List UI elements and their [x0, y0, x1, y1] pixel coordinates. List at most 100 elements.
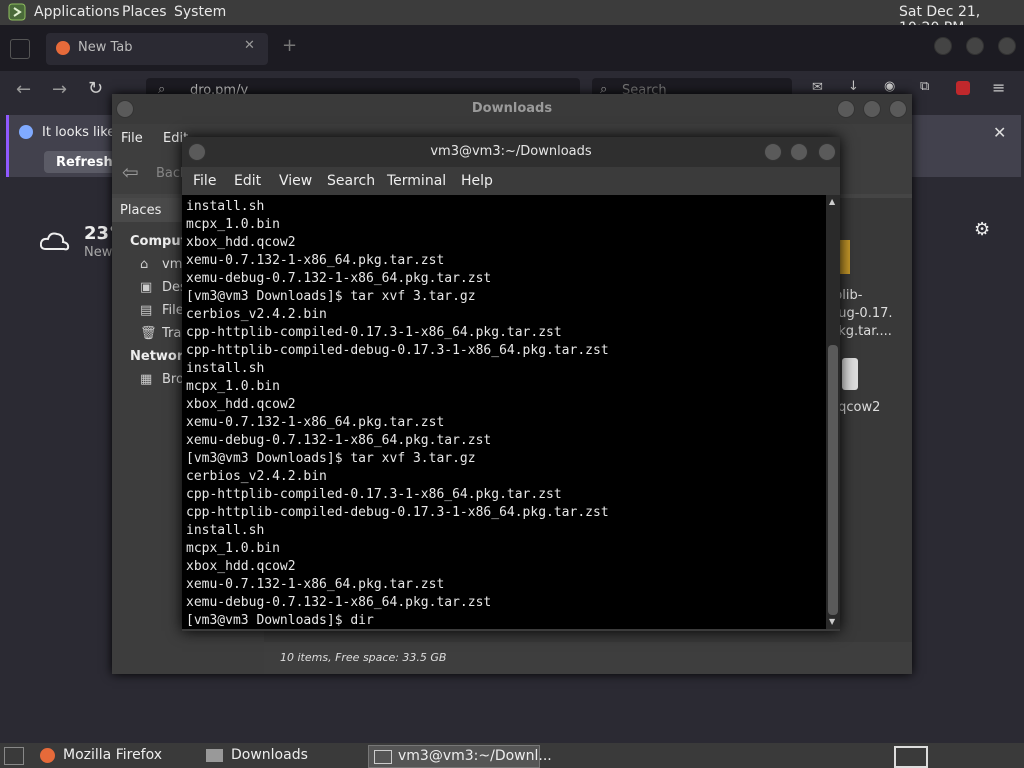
terminal-line: xemu-0.7.132-1-x86_64.pkg.tar.zst	[186, 415, 445, 430]
sidebar-item-home[interactable]: vm3	[162, 257, 182, 272]
terminal-close-button[interactable]	[818, 143, 836, 161]
workspace-switcher[interactable]	[894, 746, 928, 768]
firefox-favicon-icon	[56, 41, 70, 55]
terminal-line: cerbios_v2.4.2.bin	[186, 307, 327, 322]
notice-close-icon[interactable]: ✕	[993, 123, 1006, 142]
folder-icon	[206, 749, 223, 762]
terminal-line: cerbios_v2.4.2.bin	[186, 469, 327, 484]
notice-text: It looks like	[42, 125, 116, 140]
downloads-close-button[interactable]	[889, 100, 907, 118]
task-terminal-label: vm3@vm3:~/Downl...	[398, 748, 552, 764]
terminal-line: xemu-0.7.132-1-x86_64.pkg.tar.zst	[186, 253, 445, 268]
scrollbar-thumb[interactable]	[828, 345, 838, 615]
terminal-minimize-button[interactable]	[764, 143, 782, 161]
menu-system[interactable]: System	[174, 4, 226, 20]
downloads-titlebar[interactable]: Downloads	[112, 94, 912, 124]
sidebar-item-trash[interactable]: Trash	[162, 326, 182, 341]
taskbar: Mozilla Firefox Downloads vm3@vm3:~/Down…	[0, 743, 1024, 768]
terminal-titlebar[interactable]: vm3@vm3:~/Downloads	[182, 137, 840, 167]
downloads-icon[interactable]: ↓	[848, 79, 859, 94]
home-icon: ⌂	[140, 257, 149, 272]
terminal-menubar: File Edit View Search Terminal Help	[182, 167, 840, 195]
disk-image-file-icon[interactable]	[842, 358, 858, 390]
scroll-down-icon[interactable]: ▼	[829, 617, 835, 626]
term-menu-search[interactable]: Search	[327, 173, 375, 189]
terminal-screen[interactable]: install.sh mcpx_1.0.bin xbox_hdd.qcow2 xemu…	[182, 195, 826, 629]
status-bar: 10 items, Free space: 33.5 GB	[264, 642, 912, 674]
network-icon: ▦	[140, 372, 153, 387]
downloads-title: Downloads	[471, 101, 553, 116]
terminal-line: mcpx_1.0.bin	[186, 379, 280, 394]
pocket-icon[interactable]: ✉	[812, 80, 823, 95]
reload-icon[interactable]: ↻	[88, 78, 103, 99]
downloads-minimize-button[interactable]	[837, 100, 855, 118]
settings-gear-icon[interactable]: ⚙	[974, 219, 990, 240]
ublock-icon[interactable]	[956, 81, 970, 95]
weather-location: New	[84, 245, 113, 260]
terminal-line: install.sh	[186, 523, 265, 538]
terminal-line: xemu-debug-0.7.132-1-x86_64.pkg.tar.zst	[186, 595, 492, 610]
terminal-title: vm3@vm3:~/Downloads	[430, 144, 592, 159]
term-menu-help[interactable]: Help	[461, 173, 493, 189]
task-downloads[interactable]: Downloads	[202, 745, 362, 766]
terminal-scrollbar[interactable]: ▲ ▼	[826, 195, 840, 629]
terminal-icon	[374, 750, 392, 764]
ff-close-button[interactable]	[998, 37, 1016, 55]
task-firefox-label: Mozilla Firefox	[63, 747, 163, 763]
terminal-line: xbox_hdd.qcow2	[186, 559, 296, 574]
terminal-line: install.sh	[186, 199, 265, 214]
terminal-line: install.sh	[186, 361, 265, 376]
info-icon	[19, 125, 33, 139]
terminal-line: xbox_hdd.qcow2	[186, 235, 296, 250]
tab-close-icon[interactable]: ✕	[244, 38, 255, 53]
menu-applications[interactable]: Applications	[34, 4, 120, 20]
terminal-line: xemu-debug-0.7.132-1-x86_64.pkg.tar.zst	[186, 271, 492, 286]
terminal-line: [vm3@vm3 Downloads]$ tar xvf 3.tar.gz	[186, 451, 476, 466]
task-terminal[interactable]: vm3@vm3:~/Downl...	[368, 745, 552, 768]
terminal-line: cpp-httplib-compiled-debug-0.17.3-1-x86_…	[186, 343, 609, 358]
terminal-line: [vm3@vm3 Downloads]$ dir	[186, 613, 374, 628]
mate-logo-icon[interactable]	[8, 3, 26, 21]
terminal-line: [vm3@vm3 Downloads]$ tar xvf 3.tar.gz	[186, 289, 476, 304]
hamburger-menu-icon[interactable]: ≡	[992, 78, 1005, 97]
terminal-line: xemu-0.7.132-1-x86_64.pkg.tar.zst	[186, 577, 445, 592]
terminal-window: vm3@vm3:~/Downloads File Edit View Searc…	[182, 137, 840, 631]
tab-new-tab[interactable]: New Tab ✕	[46, 33, 268, 65]
sidebar-item-filesystem[interactable]: File System	[162, 303, 182, 318]
term-menu-file[interactable]: File	[193, 173, 216, 189]
term-menu-edit[interactable]: Edit	[234, 173, 261, 189]
back-arrow-icon[interactable]: ⇦	[122, 160, 139, 184]
terminal-line: cpp-httplib-compiled-0.17.3-1-x86_64.pkg…	[186, 487, 562, 502]
cloud-sun-icon	[40, 232, 70, 251]
places-selector[interactable]: Places	[112, 198, 182, 222]
ff-maximize-button[interactable]	[966, 37, 984, 55]
task-firefox[interactable]: Mozilla Firefox	[36, 745, 196, 766]
terminal-line: mcpx_1.0.bin	[186, 541, 280, 556]
top-panel: Applications Places System Sat Dec 21, 1…	[0, 0, 1024, 36]
term-menu-terminal[interactable]: Terminal	[387, 173, 446, 189]
extensions-icon[interactable]: ⧉	[920, 79, 929, 94]
filesystem-icon: ▤	[140, 303, 153, 318]
menu-places[interactable]: Places	[122, 4, 167, 20]
show-desktop-icon[interactable]	[4, 747, 24, 765]
sidebar-item-desktop[interactable]: Desktop	[162, 280, 182, 295]
new-tab-plus-icon[interactable]: +	[282, 35, 297, 56]
places-label: Places	[120, 203, 162, 218]
desktop-icon: ▣	[140, 280, 153, 295]
terminal-line: cpp-httplib-compiled-debug-0.17.3-1-x86_…	[186, 505, 609, 520]
sidebar-item-browse-network[interactable]: Browse Network	[162, 372, 182, 387]
terminal-maximize-button[interactable]	[790, 143, 808, 161]
caja-menu-file[interactable]: File	[121, 131, 143, 146]
status-text: 10 items, Free space: 33.5 GB	[280, 651, 447, 664]
forward-arrow-icon[interactable]: →	[52, 79, 67, 100]
account-icon[interactable]: ◉	[884, 79, 895, 94]
scroll-up-icon[interactable]: ▲	[829, 197, 835, 206]
tab-title: New Tab	[78, 40, 133, 55]
file-label-qcow2: .qcow2	[834, 400, 881, 415]
term-menu-view[interactable]: View	[279, 173, 312, 189]
back-arrow-icon[interactable]: ←	[16, 79, 31, 100]
tab-overview-icon[interactable]	[10, 39, 30, 59]
ff-minimize-button[interactable]	[934, 37, 952, 55]
trash-icon: 🗑	[140, 326, 157, 341]
downloads-maximize-button[interactable]	[863, 100, 881, 118]
